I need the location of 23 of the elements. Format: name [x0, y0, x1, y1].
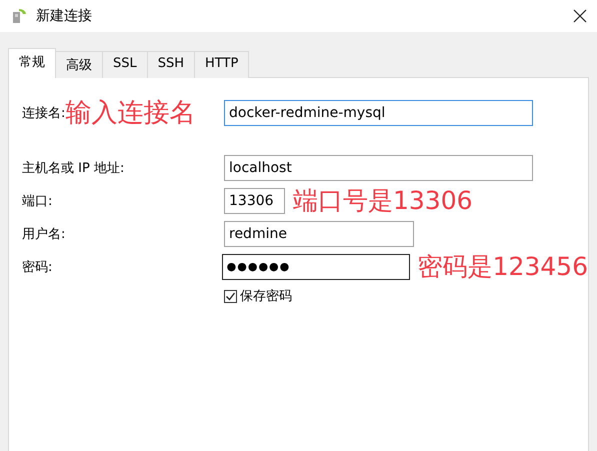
input-field[interactable]: 13306 — [224, 188, 285, 214]
close-icon[interactable] — [573, 9, 587, 23]
input-field[interactable]: localhost — [224, 154, 533, 180]
field-label: 主机名或 IP 地址: — [22, 160, 124, 176]
tab[interactable]: 常规 — [8, 48, 56, 78]
annotation-text: 密码是123456 — [418, 254, 588, 279]
checkbox[interactable] — [224, 290, 237, 302]
window-title: 新建连接 — [36, 7, 92, 25]
tab[interactable]: HTTP — [194, 51, 250, 78]
app-icon — [10, 7, 28, 25]
input-field[interactable]: ●●●●●● — [222, 254, 410, 280]
field-label: 端口: — [22, 192, 52, 210]
tab[interactable]: SSL — [102, 51, 148, 78]
field-label: 连接名: — [22, 104, 66, 122]
field-label: 用户名: — [22, 226, 66, 242]
checkbox-label: 保存密码 — [240, 288, 292, 305]
tab[interactable]: 高级 — [55, 51, 103, 78]
annotation-text: 端口号是13306 — [293, 188, 473, 213]
input-field[interactable]: redmine — [224, 220, 414, 246]
field-label: 密码: — [22, 258, 52, 276]
annotation-text: 输入连接名 — [65, 100, 196, 126]
tab[interactable]: SSH — [146, 51, 196, 78]
input-field[interactable]: docker-redmine-mysql — [224, 100, 533, 126]
